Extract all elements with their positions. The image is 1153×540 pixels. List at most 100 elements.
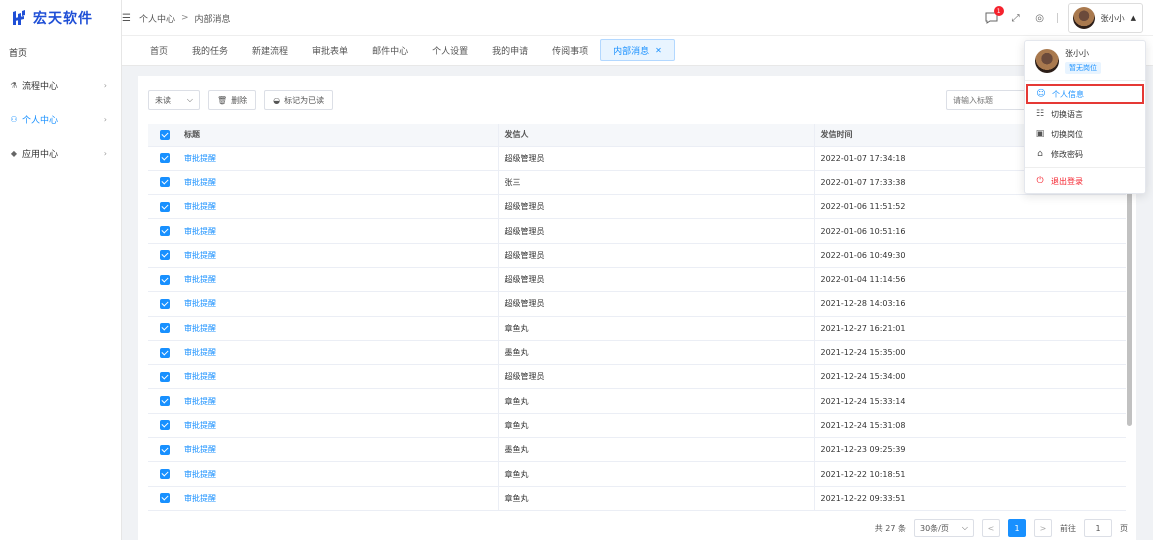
checkbox[interactable] (160, 396, 170, 407)
row-checkbox-cell[interactable] (148, 388, 182, 414)
goto-page-input[interactable]: 1 (1084, 519, 1112, 537)
checkbox[interactable] (160, 226, 170, 237)
checkbox[interactable] (160, 493, 170, 504)
tab-mail-center[interactable]: 邮件中心 (360, 39, 420, 61)
table-row[interactable]: 审批提醒 章鱼丸 2021-12-24 15:33:14 (148, 388, 1126, 414)
menu-item-change-password[interactable]: ⌂ 修改密码 (1025, 144, 1145, 164)
table-row[interactable]: 审批提醒 超级管理员 2021-12-24 15:34:00 (148, 364, 1126, 390)
row-checkbox-cell[interactable] (148, 340, 182, 366)
menu-item-switch-language[interactable]: ☷ 切换语言 (1025, 104, 1145, 124)
message-title-link[interactable]: 审批提醒 (182, 291, 499, 317)
checkbox[interactable] (160, 250, 170, 261)
checkbox[interactable] (160, 323, 170, 334)
prev-page-button[interactable]: < (982, 519, 1000, 537)
message-title-link[interactable]: 审批提醒 (182, 340, 499, 366)
checkbox[interactable] (160, 444, 170, 455)
sidebar-item-app-center[interactable]: ◆ 应用中心 › (0, 136, 121, 170)
tab-personal-settings[interactable]: 个人设置 (420, 39, 480, 61)
tab-home[interactable]: 首页 (138, 39, 180, 61)
fullscreen-icon[interactable]: ⤢ (1009, 11, 1023, 25)
message-title-link[interactable]: 审批提醒 (182, 437, 499, 463)
sidebar-item-home[interactable]: 首页 (0, 36, 121, 68)
row-checkbox-cell[interactable] (148, 267, 182, 293)
next-page-button[interactable]: > (1034, 519, 1052, 537)
menu-item-profile[interactable]: ☺ 个人信息 (1026, 84, 1144, 104)
menu-item-switch-position[interactable]: ▣ 切换岗位 (1025, 124, 1145, 144)
checkbox[interactable] (160, 129, 170, 140)
tab-approval-form[interactable]: 审批表单 (300, 39, 360, 61)
message-title-link[interactable]: 审批提醒 (182, 243, 499, 268)
checkbox[interactable] (160, 469, 170, 479)
message-icon[interactable]: 1 (985, 6, 1004, 25)
mark-read-button[interactable]: ◒ 标记为已读 (264, 90, 334, 110)
checkbox[interactable] (160, 177, 170, 188)
table-row[interactable]: 审批提醒 墨鱼丸 2021-12-23 09:25:39 (148, 437, 1126, 463)
checkbox[interactable] (160, 153, 170, 164)
close-icon[interactable]: ✕ (655, 46, 662, 55)
message-title-link[interactable]: 审批提醒 (182, 413, 499, 439)
select-all-checkbox-cell[interactable] (148, 124, 182, 147)
checkbox[interactable] (160, 274, 170, 285)
table-row[interactable]: 审批提醒 墨鱼丸 2021-12-24 15:35:00 (148, 340, 1126, 366)
checkbox[interactable] (160, 201, 170, 212)
table-row[interactable]: 审批提醒 超级管理员 2022-01-06 10:51:16 (148, 218, 1126, 244)
table-row[interactable]: 审批提醒 超级管理员 2022-01-07 17:34:18 (148, 146, 1126, 171)
row-checkbox-cell[interactable] (148, 218, 182, 244)
checkbox[interactable] (160, 371, 170, 382)
id-card-icon: ▣ (1035, 129, 1045, 139)
tab-circulation[interactable]: 传阅事项 (540, 39, 600, 61)
message-title-link[interactable]: 审批提醒 (182, 267, 499, 293)
select-value: 30条/页 (920, 523, 949, 533)
row-checkbox-cell[interactable] (148, 194, 182, 220)
sidebar-item-process-center[interactable]: ⚗ 流程中心 › (0, 68, 121, 102)
table-row[interactable]: 审批提醒 章鱼丸 2021-12-24 15:31:08 (148, 413, 1126, 439)
table-row[interactable]: 审批提醒 超级管理员 2022-01-06 10:49:30 (148, 243, 1126, 268)
row-checkbox-cell[interactable] (148, 413, 182, 439)
message-title-link[interactable]: 审批提醒 (182, 364, 499, 390)
checkbox[interactable] (160, 298, 170, 309)
table-row[interactable]: 审批提醒 张三 2022-01-07 17:33:38 (148, 170, 1126, 196)
message-title-link[interactable]: 审批提醒 (182, 218, 499, 244)
table-row[interactable]: 审批提醒 章鱼丸 2021-12-22 09:33:51 (148, 486, 1126, 511)
row-checkbox-cell[interactable] (148, 486, 182, 511)
row-checkbox-cell[interactable] (148, 437, 182, 463)
menu-item-logout[interactable]: ⏻ 退出登录 (1025, 171, 1145, 191)
row-checkbox-cell[interactable] (148, 316, 182, 341)
table-row[interactable]: 审批提醒 章鱼丸 2021-12-22 10:18:51 (148, 461, 1126, 487)
row-checkbox-cell[interactable] (148, 243, 182, 268)
tab-new-process[interactable]: 新建流程 (240, 39, 300, 61)
tab-internal-messages[interactable]: 内部消息 ✕ (600, 39, 675, 61)
table-row[interactable]: 审批提醒 章鱼丸 2021-12-27 16:21:01 (148, 316, 1126, 341)
user-menu-trigger[interactable]: 张小小 ▲ (1067, 3, 1143, 33)
menu-fold-icon[interactable]: ☰ (122, 13, 131, 24)
table-row[interactable]: 审批提醒 超级管理员 2022-01-04 11:14:56 (148, 267, 1126, 293)
message-title-link[interactable]: 审批提醒 (182, 461, 499, 487)
search-input[interactable] (946, 90, 1026, 110)
row-checkbox-cell[interactable] (148, 364, 182, 390)
tab-my-tasks[interactable]: 我的任务 (180, 39, 240, 61)
row-checkbox-cell[interactable] (148, 291, 182, 317)
table-row[interactable]: 审批提醒 超级管理员 2021-12-28 14:03:16 (148, 291, 1126, 317)
scrollbar[interactable] (1127, 186, 1132, 426)
page-size-select[interactable]: 30条/页 ⌵ (914, 519, 974, 537)
table-row[interactable]: 审批提醒 超级管理员 2022-01-06 11:51:52 (148, 194, 1126, 220)
checkbox[interactable] (160, 420, 170, 431)
palette-icon[interactable]: ◎ (1033, 11, 1047, 25)
message-title-link[interactable]: 审批提醒 (182, 194, 499, 220)
message-title-link[interactable]: 审批提醒 (182, 316, 499, 341)
message-title-link[interactable]: 审批提醒 (182, 146, 499, 171)
tab-my-applications[interactable]: 我的申请 (480, 39, 540, 61)
page-number-current[interactable]: 1 (1008, 519, 1026, 537)
sidebar-item-personal-center[interactable]: ⚇ 个人中心 › (0, 102, 121, 136)
row-checkbox-cell[interactable] (148, 461, 182, 487)
read-status-select[interactable]: 未读 ⌵ (148, 90, 200, 110)
checkbox[interactable] (160, 347, 170, 358)
message-title-link[interactable]: 审批提醒 (182, 486, 499, 511)
breadcrumb-item[interactable]: 个人中心 (139, 12, 175, 25)
row-checkbox-cell[interactable] (148, 170, 182, 196)
delete-button[interactable]: 🗑︎ 删除 (208, 90, 257, 110)
row-checkbox-cell[interactable] (148, 146, 182, 171)
message-title-link[interactable]: 审批提醒 (182, 388, 499, 414)
message-title-link[interactable]: 审批提醒 (182, 170, 499, 196)
menu-item-label: 修改密码 (1051, 149, 1083, 159)
